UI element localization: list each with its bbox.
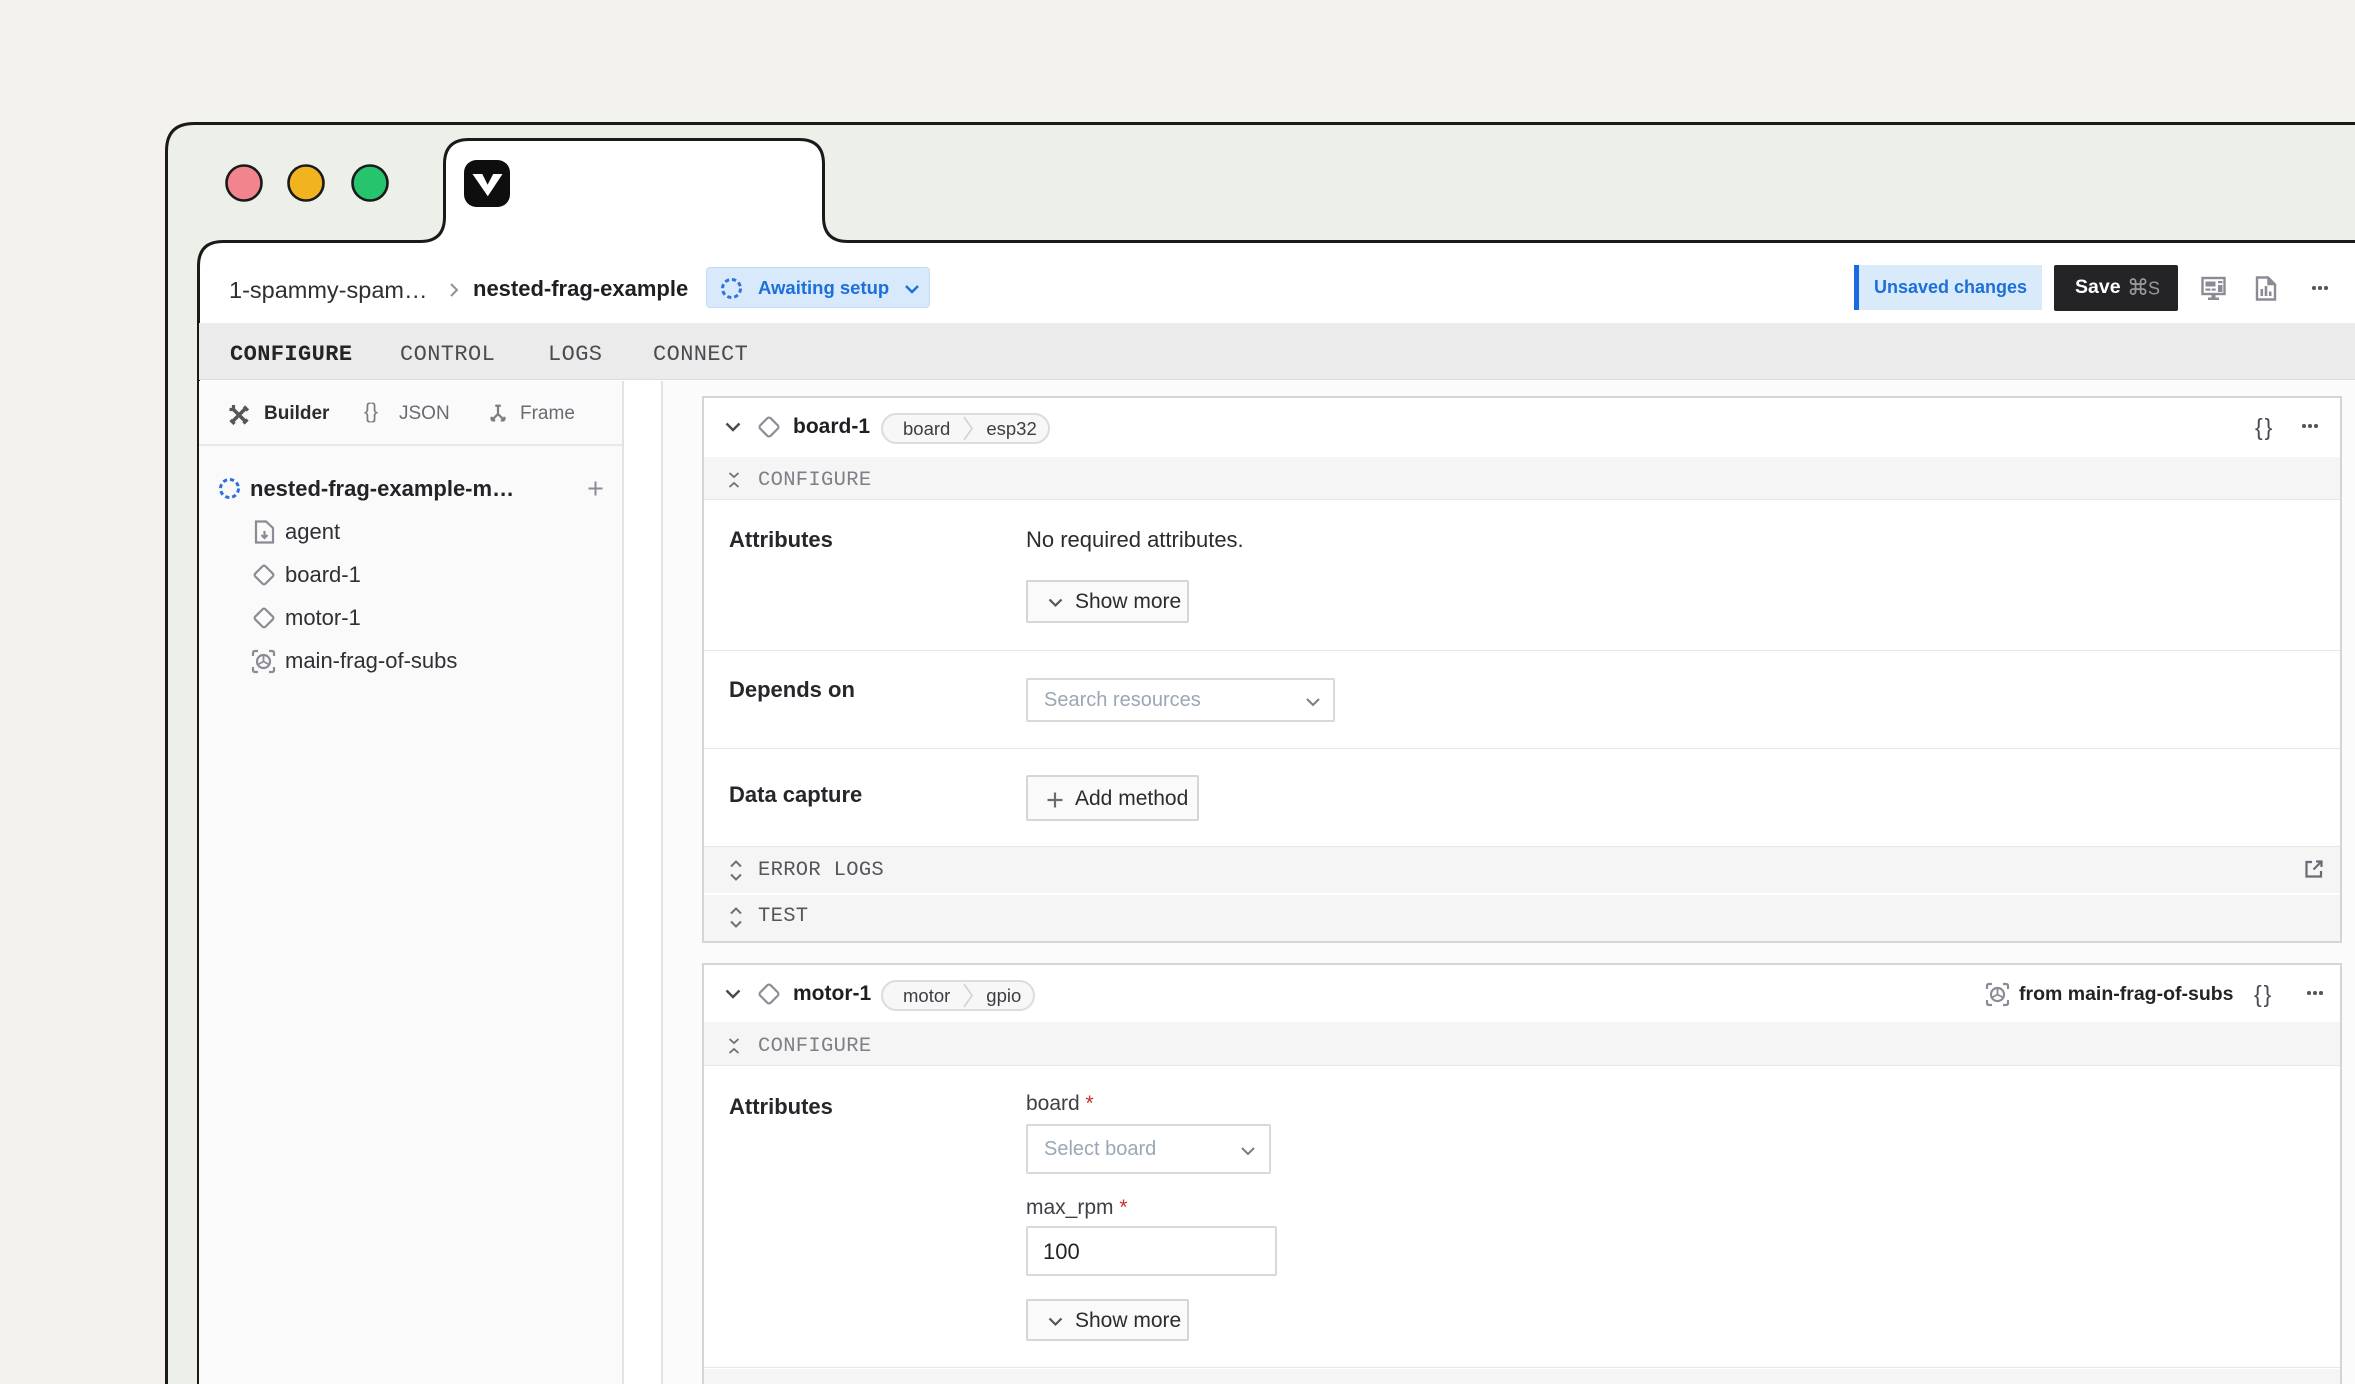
svg-text:S: S [2148,279,2160,299]
